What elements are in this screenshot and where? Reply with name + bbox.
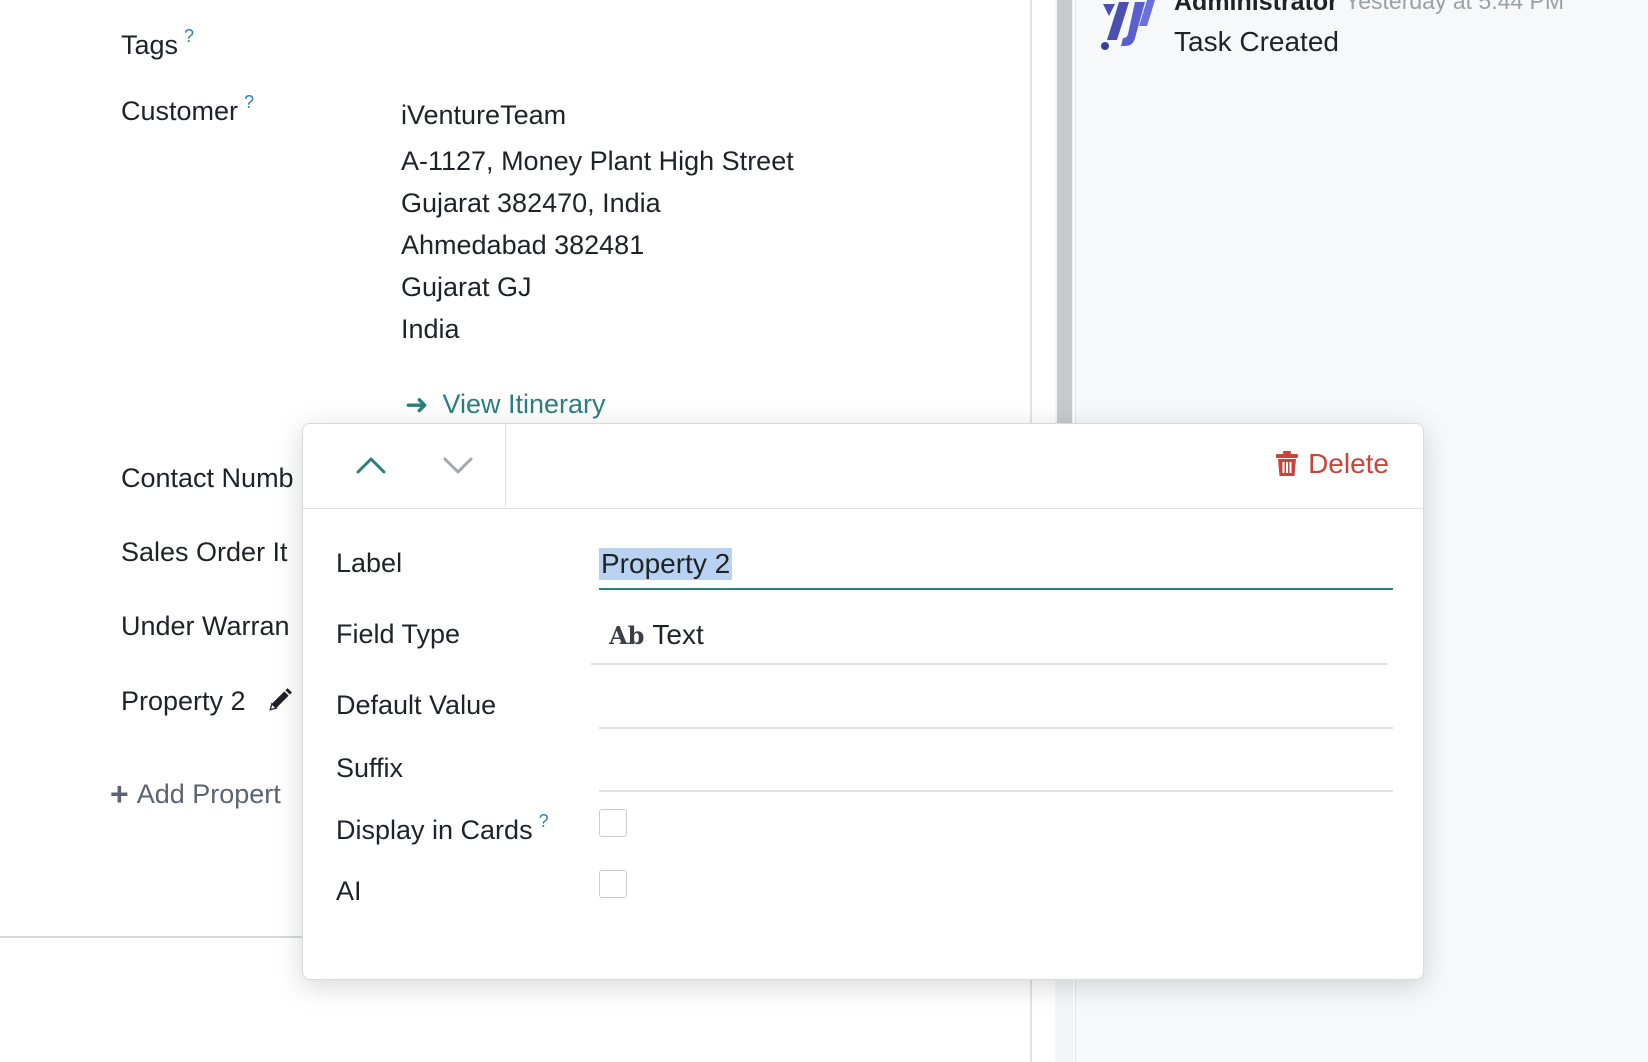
- customer-address-line: India: [401, 314, 460, 344]
- display-in-cards-help-icon[interactable]: ?: [539, 811, 549, 831]
- field-type-underline: [591, 663, 1387, 665]
- activity-user-name: Administrator: [1174, 0, 1338, 16]
- label-input[interactable]: Property 2: [599, 548, 733, 580]
- display-in-cards-row-label: Display in Cards?: [336, 811, 549, 846]
- default-value-input[interactable]: [599, 727, 1393, 767]
- property-2-field-label: Property 2: [121, 686, 293, 717]
- customer-name[interactable]: iVentureTeam: [401, 100, 566, 131]
- ai-row-label: AI: [336, 876, 362, 906]
- customer-label-text: Customer: [121, 96, 239, 126]
- label-row-label: Label: [336, 548, 403, 578]
- arrow-right-icon: ➜: [405, 389, 429, 420]
- ai-checkbox[interactable]: [599, 870, 627, 898]
- label-input-underline: [599, 588, 1393, 590]
- contact-number-label: Contact Numb: [121, 463, 294, 493]
- tags-help-icon[interactable]: ?: [184, 26, 194, 46]
- scrollbar-thumb[interactable]: [1057, 0, 1072, 430]
- delete-button[interactable]: Delete: [1276, 448, 1389, 480]
- customer-field-label: Customer?: [121, 92, 254, 127]
- trash-icon: [1276, 451, 1299, 476]
- delete-label: Delete: [1308, 448, 1389, 479]
- sales-order-item-label: Sales Order It: [121, 537, 288, 567]
- display-in-cards-checkbox[interactable]: [599, 809, 627, 837]
- tags-label-text: Tags: [121, 30, 179, 60]
- activity-text: Task Created: [1174, 26, 1339, 57]
- customer-address-line: Gujarat GJ: [401, 272, 532, 302]
- section-divider: [0, 936, 310, 938]
- default-value-row-label: Default Value: [336, 690, 497, 720]
- text-type-icon: Ab: [609, 620, 645, 650]
- display-in-cards-text: Display in Cards: [336, 815, 533, 845]
- property-edit-popup: Delete Label Property 2 Field Type Ab Te…: [302, 423, 1424, 980]
- app-logo-icon: [1101, 0, 1155, 50]
- tags-field-label: Tags?: [121, 26, 194, 61]
- chevron-down-icon[interactable]: [440, 450, 476, 480]
- under-warranty-label: Under Warran: [121, 611, 290, 641]
- suffix-row-label: Suffix: [336, 753, 404, 783]
- view-itinerary-label: View Itinerary: [442, 389, 606, 419]
- customer-address-line: Gujarat 382470, India: [401, 188, 661, 218]
- view-itinerary-link[interactable]: ➜ View Itinerary: [405, 388, 606, 421]
- field-type-value: Text: [652, 619, 704, 650]
- reorder-controls: [303, 424, 506, 508]
- customer-address-line: Ahmedabad 382481: [401, 230, 645, 260]
- plus-icon: +: [110, 776, 129, 812]
- chevron-up-icon[interactable]: [353, 450, 389, 480]
- customer-address-line: A-1127, Money Plant High Street: [401, 146, 794, 176]
- field-type-row-label: Field Type: [336, 619, 461, 649]
- add-property-button[interactable]: + Add Propert: [110, 776, 281, 813]
- add-property-label: Add Propert: [136, 779, 281, 809]
- popup-header: Delete: [303, 424, 1423, 509]
- suffix-input-underline[interactable]: [599, 790, 1393, 792]
- pencil-icon[interactable]: [267, 687, 293, 713]
- property-2-label-text: Property 2: [121, 686, 246, 716]
- field-type-select[interactable]: Ab Text: [609, 619, 704, 651]
- activity-timestamp: Yesterday at 5:44 PM: [1345, 0, 1565, 14]
- customer-help-icon[interactable]: ?: [244, 92, 254, 112]
- default-value-underline: [599, 727, 1393, 729]
